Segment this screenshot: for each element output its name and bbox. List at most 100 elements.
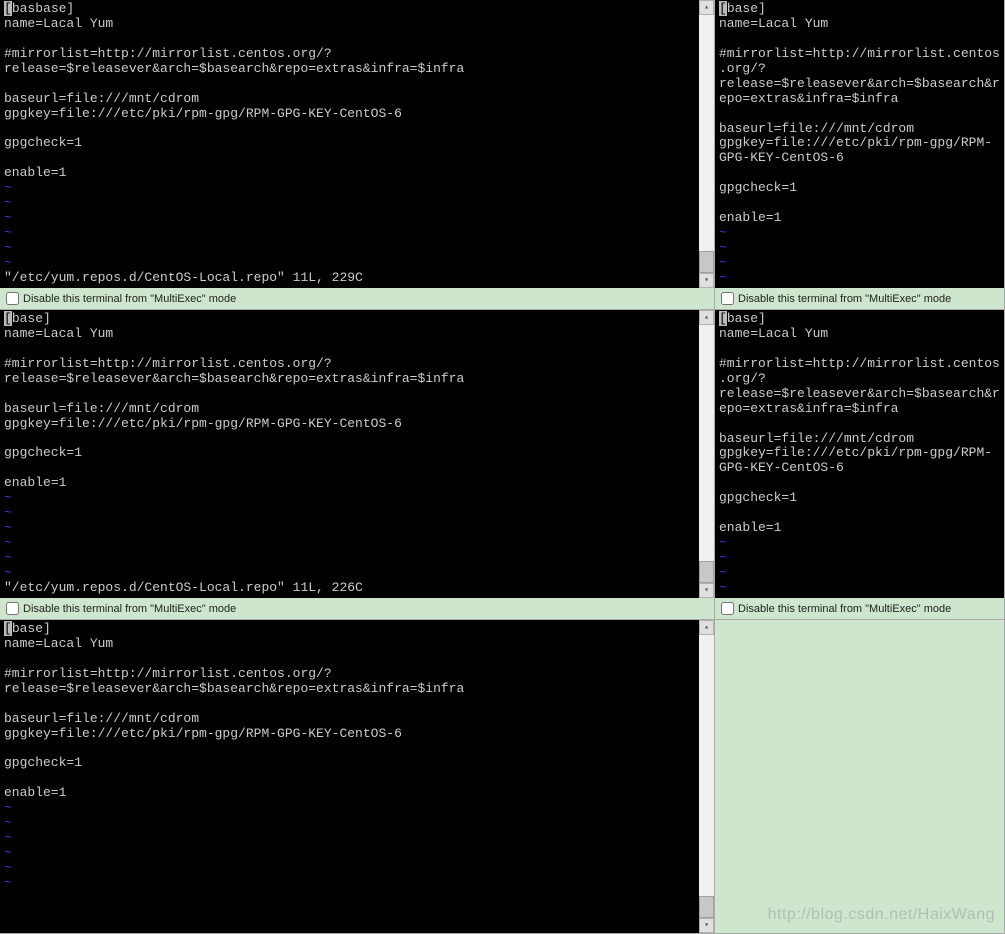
scroll-thumb[interactable] <box>699 561 714 583</box>
scroll-track[interactable] <box>699 15 714 273</box>
tilde-line: ~ <box>4 860 12 875</box>
terminal-1[interactable]: [base] name=Lacal Yum #mirrorlist=http:/… <box>715 0 1004 288</box>
vim-status-line: "/etc/yum.repos.d/CentOS-Local.repo" 11L… <box>4 580 363 595</box>
name-line: name=Lacal Yum <box>719 16 828 31</box>
name-line: name=Lacal Yum <box>4 326 113 341</box>
empty-pane <box>715 620 1005 934</box>
pane-footer: Disable this terminal from "MultiExec" m… <box>715 288 1004 309</box>
gpgcheck-line: gpgcheck=1 <box>4 445 82 460</box>
terminal-pane-2: [base] name=Lacal Yum #mirrorlist=http:/… <box>0 310 715 620</box>
tilde-line: ~ <box>4 830 12 845</box>
tilde-line: ~ <box>4 240 12 255</box>
mirrorlist-line: #mirrorlist=http://mirrorlist.centos.org… <box>719 356 1000 416</box>
mirrorlist-line: #mirrorlist=http://mirrorlist.centos.org… <box>4 46 464 76</box>
gpgkey-line: gpgkey=file:///etc/pki/rpm-gpg/RPM-GPG-K… <box>4 416 402 431</box>
scroll-thumb[interactable] <box>699 251 714 273</box>
tilde-line: ~ <box>4 535 12 550</box>
disable-multiexec-label: Disable this terminal from "MultiExec" m… <box>738 603 951 615</box>
gpgkey-line: gpgkey=file:///etc/pki/rpm-gpg/RPM-GPG-K… <box>719 445 992 475</box>
repo-header: basbase] <box>12 1 74 16</box>
scroll-up-icon[interactable]: ▴ <box>699 0 714 15</box>
enable-line: enable=1 <box>719 520 781 535</box>
mirrorlist-line: #mirrorlist=http://mirrorlist.centos.org… <box>4 356 464 386</box>
tilde-line: ~ <box>4 195 12 210</box>
tilde-line: ~ <box>719 270 727 285</box>
tilde-line: ~ <box>4 180 12 195</box>
tilde-line: ~ <box>4 490 12 505</box>
terminal-0[interactable]: [basbase] name=Lacal Yum #mirrorlist=htt… <box>0 0 699 288</box>
pane-footer: Disable this terminal from "MultiExec" m… <box>0 598 714 619</box>
tilde-line: ~ <box>719 225 727 240</box>
terminal-4[interactable]: [base] name=Lacal Yum #mirrorlist=http:/… <box>0 620 699 933</box>
repo-header: base] <box>12 311 51 326</box>
tilde-line: ~ <box>719 240 727 255</box>
scrollbar[interactable]: ▴ ▾ <box>699 310 714 598</box>
scroll-down-icon[interactable]: ▾ <box>699 583 714 598</box>
terminal-pane-3: [base] name=Lacal Yum #mirrorlist=http:/… <box>715 310 1005 620</box>
repo-header: base] <box>12 621 51 636</box>
name-line: name=Lacal Yum <box>4 636 113 651</box>
terminal-pane-0: [basbase] name=Lacal Yum #mirrorlist=htt… <box>0 0 715 310</box>
tilde-line: ~ <box>719 565 727 580</box>
baseurl-line: baseurl=file:///mnt/cdrom <box>4 401 199 416</box>
scrollbar[interactable]: ▴ ▾ <box>699 0 714 288</box>
gpgcheck-line: gpgcheck=1 <box>719 180 797 195</box>
tilde-line: ~ <box>4 800 12 815</box>
tilde-line: ~ <box>719 580 727 595</box>
scroll-track[interactable] <box>699 325 714 583</box>
tilde-line: ~ <box>4 550 12 565</box>
pane-footer: Disable this terminal from "MultiExec" m… <box>715 598 1004 619</box>
scroll-track[interactable] <box>699 635 714 918</box>
tilde-line: ~ <box>4 845 12 860</box>
mirrorlist-line: #mirrorlist=http://mirrorlist.centos.org… <box>719 46 1000 106</box>
terminal-2[interactable]: [base] name=Lacal Yum #mirrorlist=http:/… <box>0 310 699 598</box>
enable-line: enable=1 <box>719 210 781 225</box>
scroll-down-icon[interactable]: ▾ <box>699 273 714 288</box>
baseurl-line: baseurl=file:///mnt/cdrom <box>4 91 199 106</box>
gpgkey-line: gpgkey=file:///etc/pki/rpm-gpg/RPM-GPG-K… <box>4 726 402 741</box>
tilde-line: ~ <box>4 225 12 240</box>
disable-multiexec-label: Disable this terminal from "MultiExec" m… <box>23 293 236 305</box>
scroll-down-icon[interactable]: ▾ <box>699 918 714 933</box>
baseurl-line: baseurl=file:///mnt/cdrom <box>4 711 199 726</box>
enable-line: enable=1 <box>4 785 66 800</box>
tilde-line: ~ <box>4 875 12 890</box>
tilde-line: ~ <box>719 595 727 598</box>
tilde-line: ~ <box>719 285 727 288</box>
disable-multiexec-checkbox[interactable] <box>6 602 19 615</box>
tilde-line: ~ <box>4 255 12 270</box>
disable-multiexec-label: Disable this terminal from "MultiExec" m… <box>738 293 951 305</box>
repo-header: base] <box>727 311 766 326</box>
terminal-pane-4: [base] name=Lacal Yum #mirrorlist=http:/… <box>0 620 715 934</box>
gpgcheck-line: gpgcheck=1 <box>719 490 797 505</box>
baseurl-line: baseurl=file:///mnt/cdrom <box>719 431 914 446</box>
baseurl-line: baseurl=file:///mnt/cdrom <box>719 121 914 136</box>
disable-multiexec-label: Disable this terminal from "MultiExec" m… <box>23 603 236 615</box>
disable-multiexec-checkbox[interactable] <box>721 292 734 305</box>
tilde-line: ~ <box>4 520 12 535</box>
tilde-line: ~ <box>4 815 12 830</box>
tilde-line: ~ <box>719 535 727 550</box>
tilde-line: ~ <box>4 210 12 225</box>
repo-header: base] <box>727 1 766 16</box>
scroll-thumb[interactable] <box>699 896 714 918</box>
terminal-pane-1: [base] name=Lacal Yum #mirrorlist=http:/… <box>715 0 1005 310</box>
gpgkey-line: gpgkey=file:///etc/pki/rpm-gpg/RPM-GPG-K… <box>4 106 402 121</box>
tilde-line: ~ <box>719 255 727 270</box>
scroll-up-icon[interactable]: ▴ <box>699 620 714 635</box>
enable-line: enable=1 <box>4 475 66 490</box>
scrollbar[interactable]: ▴ ▾ <box>699 620 714 933</box>
vim-status-line: "/etc/yum.repos.d/CentOS-Local.repo" 11L… <box>4 270 363 285</box>
name-line: name=Lacal Yum <box>719 326 828 341</box>
tilde-line: ~ <box>4 565 12 580</box>
pane-footer: Disable this terminal from "MultiExec" m… <box>0 288 714 309</box>
name-line: name=Lacal Yum <box>4 16 113 31</box>
terminal-3[interactable]: [base] name=Lacal Yum #mirrorlist=http:/… <box>715 310 1004 598</box>
disable-multiexec-checkbox[interactable] <box>721 602 734 615</box>
gpgcheck-line: gpgcheck=1 <box>4 135 82 150</box>
gpgkey-line: gpgkey=file:///etc/pki/rpm-gpg/RPM-GPG-K… <box>719 135 992 165</box>
scroll-up-icon[interactable]: ▴ <box>699 310 714 325</box>
disable-multiexec-checkbox[interactable] <box>6 292 19 305</box>
gpgcheck-line: gpgcheck=1 <box>4 755 82 770</box>
tilde-line: ~ <box>4 505 12 520</box>
